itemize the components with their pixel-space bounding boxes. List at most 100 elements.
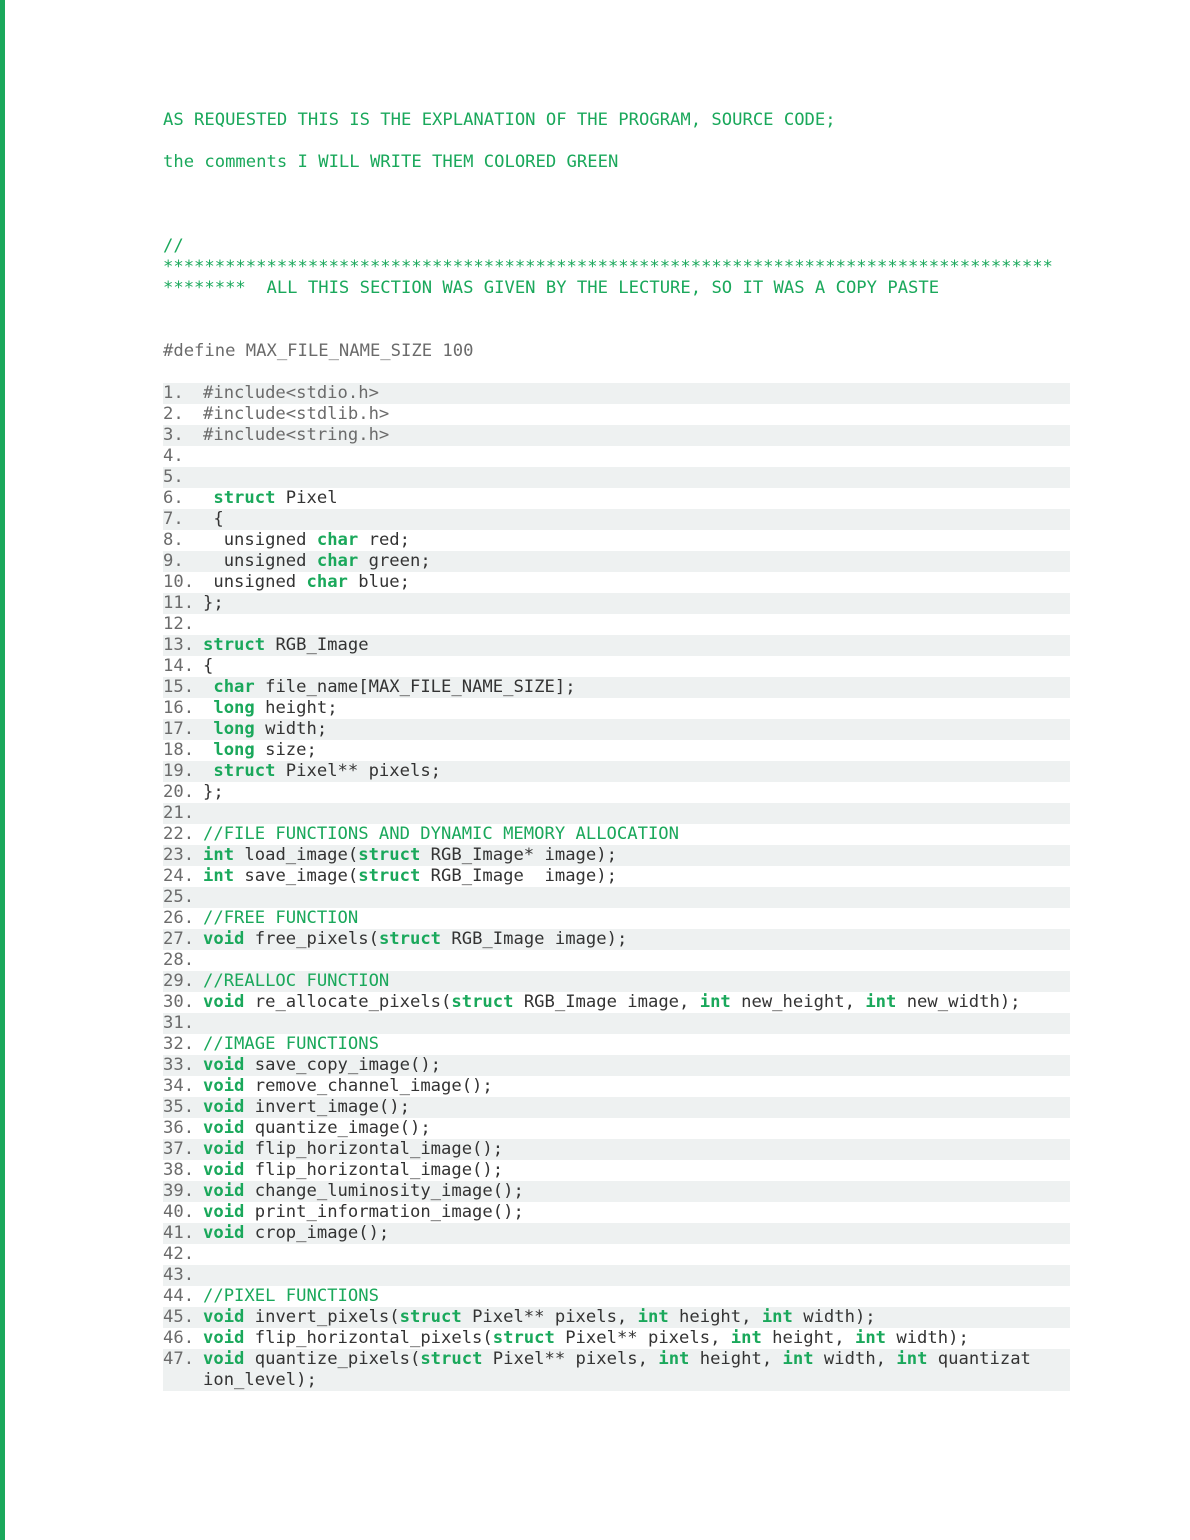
- code-line-6: 6. struct Pixel: [163, 488, 1070, 509]
- code-line-33: 33.void save_copy_image();: [163, 1055, 1070, 1076]
- code-content: [203, 1013, 1070, 1034]
- code-line-30: 30.void re_allocate_pixels(struct RGB_Im…: [163, 992, 1070, 1013]
- code-content: void quantize_pixels(struct Pixel** pixe…: [203, 1349, 1070, 1370]
- code-content: #include<stdlib.h>: [203, 404, 1070, 425]
- code-content: char file_name[MAX_FILE_NAME_SIZE];: [203, 677, 1070, 698]
- code-content: unsigned char blue;: [203, 572, 1070, 593]
- line-number: 31.: [163, 1013, 203, 1034]
- line-number: 46.: [163, 1328, 203, 1349]
- code-content: unsigned char green;: [203, 551, 1070, 572]
- code-line-5: 5.: [163, 467, 1070, 488]
- code-line-46: 46.void flip_horizontal_pixels(struct Pi…: [163, 1328, 1070, 1349]
- code-content: void free_pixels(struct RGB_Image image)…: [203, 929, 1070, 950]
- code-line-31: 31.: [163, 1013, 1070, 1034]
- line-number: 25.: [163, 887, 203, 908]
- code-content: void quantize_image();: [203, 1118, 1070, 1139]
- line-number: 36.: [163, 1118, 203, 1139]
- code-line-23: 23.int load_image(struct RGB_Image* imag…: [163, 845, 1070, 866]
- separator-stars-2: ******** ALL THIS SECTION WAS GIVEN BY T…: [163, 278, 1070, 299]
- code-listing: 1. #include<stdio.h>2. #include<stdlib.h…: [163, 383, 1070, 1391]
- line-number: 17.: [163, 719, 203, 740]
- code-content: ion_level);: [203, 1370, 1070, 1391]
- line-number: 18.: [163, 740, 203, 761]
- code-line-47: 47.void quantize_pixels(struct Pixel** p…: [163, 1349, 1070, 1370]
- line-number: 1.: [163, 383, 203, 404]
- code-line-11: 11.};: [163, 593, 1070, 614]
- code-content: void invert_pixels(struct Pixel** pixels…: [203, 1307, 1070, 1328]
- code-line-9: 9. unsigned char green;: [163, 551, 1070, 572]
- intro-line-2: the comments I WILL WRITE THEM COLORED G…: [163, 152, 1070, 173]
- code-content: [203, 803, 1070, 824]
- line-number: 16.: [163, 698, 203, 719]
- code-content: {: [203, 509, 1070, 530]
- code-line-25: 25.: [163, 887, 1070, 908]
- code-line-41: 41.void crop_image();: [163, 1223, 1070, 1244]
- code-line-36: 36.void quantize_image();: [163, 1118, 1070, 1139]
- line-number: 8.: [163, 530, 203, 551]
- code-line-47-continuation: ion_level);: [163, 1370, 1070, 1391]
- code-content: [203, 614, 1070, 635]
- line-number: 20.: [163, 782, 203, 803]
- code-content: long width;: [203, 719, 1070, 740]
- line-number: 15.: [163, 677, 203, 698]
- line-number: 12.: [163, 614, 203, 635]
- code-content: [203, 446, 1070, 467]
- line-number: 44.: [163, 1286, 203, 1307]
- line-number: 5.: [163, 467, 203, 488]
- line-number: 42.: [163, 1244, 203, 1265]
- code-content: };: [203, 593, 1070, 614]
- code-line-45: 45.void invert_pixels(struct Pixel** pix…: [163, 1307, 1070, 1328]
- line-number: 45.: [163, 1307, 203, 1328]
- code-content: //FREE FUNCTION: [203, 908, 1070, 929]
- line-number: 26.: [163, 908, 203, 929]
- code-content: void print_information_image();: [203, 1202, 1070, 1223]
- code-line-18: 18. long size;: [163, 740, 1070, 761]
- separator-stars-1: ****************************************…: [163, 257, 1070, 278]
- line-number: 24.: [163, 866, 203, 887]
- line-number: 2.: [163, 404, 203, 425]
- code-content: void invert_image();: [203, 1097, 1070, 1118]
- separator-slashes: //: [163, 236, 1070, 257]
- code-line-37: 37.void flip_horizontal_image();: [163, 1139, 1070, 1160]
- line-number: 43.: [163, 1265, 203, 1286]
- line-number: 21.: [163, 803, 203, 824]
- code-content: void flip_horizontal_image();: [203, 1139, 1070, 1160]
- code-line-4: 4.: [163, 446, 1070, 467]
- code-content: [203, 1244, 1070, 1265]
- code-line-8: 8. unsigned char red;: [163, 530, 1070, 551]
- code-line-20: 20.};: [163, 782, 1070, 803]
- code-line-13: 13.struct RGB_Image: [163, 635, 1070, 656]
- code-line-26: 26.//FREE FUNCTION: [163, 908, 1070, 929]
- line-number: 6.: [163, 488, 203, 509]
- code-line-40: 40.void print_information_image();: [163, 1202, 1070, 1223]
- code-line-1: 1. #include<stdio.h>: [163, 383, 1070, 404]
- code-content: long height;: [203, 698, 1070, 719]
- line-number: 33.: [163, 1055, 203, 1076]
- code-line-22: 22.//FILE FUNCTIONS AND DYNAMIC MEMORY A…: [163, 824, 1070, 845]
- intro-line-1: AS REQUESTED THIS IS THE EXPLANATION OF …: [163, 110, 1070, 131]
- code-content: //PIXEL FUNCTIONS: [203, 1286, 1070, 1307]
- code-content: void save_copy_image();: [203, 1055, 1070, 1076]
- line-number: 32.: [163, 1034, 203, 1055]
- code-line-16: 16. long height;: [163, 698, 1070, 719]
- code-content: #include<string.h>: [203, 425, 1070, 446]
- code-content: void remove_channel_image();: [203, 1076, 1070, 1097]
- code-content: struct RGB_Image: [203, 635, 1070, 656]
- code-line-24: 24.int save_image(struct RGB_Image image…: [163, 866, 1070, 887]
- line-number: 39.: [163, 1181, 203, 1202]
- code-line-10: 10. unsigned char blue;: [163, 572, 1070, 593]
- line-number: 23.: [163, 845, 203, 866]
- line-number: 34.: [163, 1076, 203, 1097]
- line-number: 7.: [163, 509, 203, 530]
- line-number: 11.: [163, 593, 203, 614]
- line-number: 41.: [163, 1223, 203, 1244]
- code-content: [203, 950, 1070, 971]
- code-content: //FILE FUNCTIONS AND DYNAMIC MEMORY ALLO…: [203, 824, 1070, 845]
- code-line-19: 19. struct Pixel** pixels;: [163, 761, 1070, 782]
- line-number: 27.: [163, 929, 203, 950]
- line-number: 13.: [163, 635, 203, 656]
- code-content: };: [203, 782, 1070, 803]
- line-number: 19.: [163, 761, 203, 782]
- code-line-42: 42.: [163, 1244, 1070, 1265]
- line-number: 3.: [163, 425, 203, 446]
